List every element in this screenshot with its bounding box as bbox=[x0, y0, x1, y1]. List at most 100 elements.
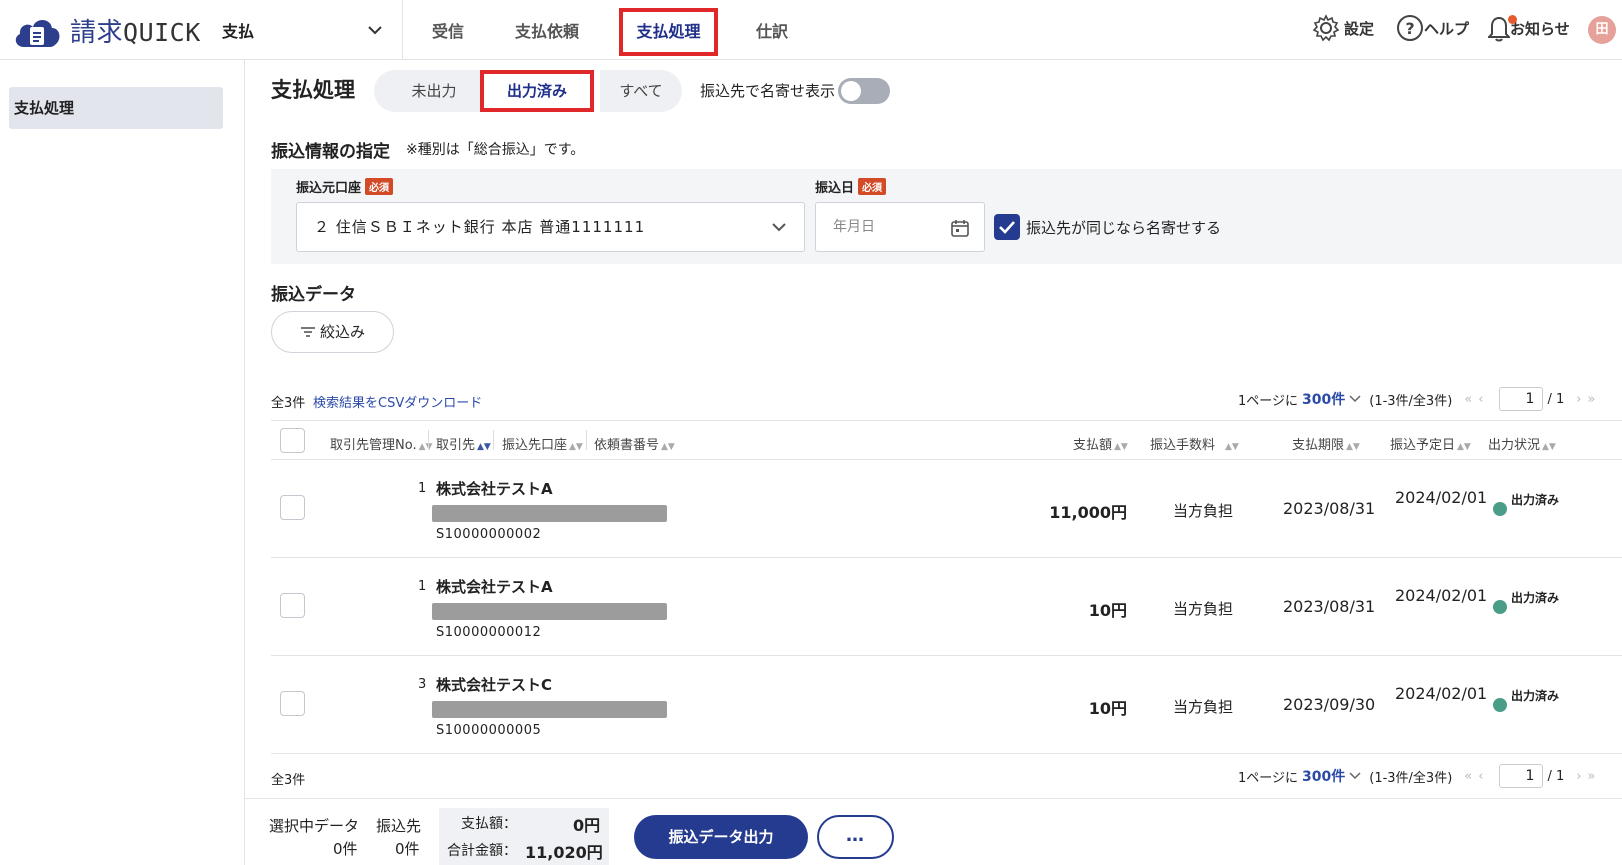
row-scheduled: 2024/02/01 bbox=[1395, 586, 1488, 605]
col-due[interactable]: 支払期限 ▲▼ bbox=[1292, 434, 1360, 453]
merge-display-toggle[interactable] bbox=[838, 78, 890, 104]
status-badge: 出力済み bbox=[1511, 591, 1560, 605]
row-doc-no: S10000000005 bbox=[436, 723, 542, 738]
tab-payment-processing[interactable]: 支払処理 bbox=[619, 8, 718, 56]
transfer-date-input[interactable]: 年月日 bbox=[815, 202, 985, 252]
sidebar-item-payment-processing[interactable]: 支払処理 bbox=[9, 87, 223, 129]
status-dot bbox=[1493, 502, 1507, 516]
notifications-link[interactable]: お知らせ bbox=[1488, 14, 1570, 42]
chevron-down-icon bbox=[772, 223, 786, 232]
range-text: (1-3件/全3件) bbox=[1369, 393, 1453, 409]
filter-icon bbox=[300, 327, 315, 337]
selected-data-label: 選択中データ bbox=[269, 817, 360, 835]
toggle-knob bbox=[841, 81, 861, 101]
col-scheduled[interactable]: 振込予定日 ▲▼ bbox=[1390, 434, 1471, 453]
row-checkbox[interactable] bbox=[280, 691, 305, 716]
segment-output-done[interactable]: 出力済み bbox=[480, 70, 594, 112]
transfer-date-label: 振込日 必須 bbox=[815, 177, 887, 196]
tab-journal[interactable]: 仕訳 bbox=[744, 8, 800, 56]
module-label: 支払 bbox=[222, 22, 255, 41]
col-status[interactable]: 出力状況 ▲▼ bbox=[1488, 434, 1556, 453]
status-dot bbox=[1493, 600, 1507, 614]
tab-payment-request[interactable]: 支払依頼 bbox=[502, 8, 592, 56]
help-link[interactable]: ? ヘルプ bbox=[1396, 14, 1469, 42]
merge-display-label: 振込先で名寄せ表示 bbox=[700, 82, 836, 100]
chevron-down-icon bbox=[368, 26, 382, 35]
svg-text:?: ? bbox=[1405, 19, 1414, 38]
col-fee[interactable]: 振込手数料 ▲▼ bbox=[1150, 434, 1239, 453]
row-scheduled: 2024/02/01 bbox=[1395, 684, 1488, 703]
status-badge: 出力済み bbox=[1511, 493, 1560, 507]
payee-count: 0件 bbox=[395, 840, 420, 858]
transfer-data-output-button[interactable]: 振込データ出力 bbox=[634, 815, 808, 859]
col-amount[interactable]: 支払額 ▲▼ bbox=[1073, 434, 1128, 453]
column-divider bbox=[428, 430, 429, 450]
col-partner-no[interactable]: 取引先管理No. ▲▼ bbox=[330, 434, 432, 453]
row-due: 2023/08/31 bbox=[1283, 597, 1376, 616]
row-partner-no: 1 bbox=[418, 579, 427, 594]
total-amount-value: 11,020円 bbox=[525, 843, 603, 862]
logo-wordmark: 請求QUICK bbox=[70, 18, 201, 48]
total-amount-label: 合計金額： bbox=[447, 843, 517, 859]
status-badge: 出力済み bbox=[1511, 689, 1560, 703]
status-dot bbox=[1493, 698, 1507, 712]
transfer-date-placeholder: 年月日 bbox=[833, 219, 875, 235]
row-checkbox[interactable] bbox=[280, 495, 305, 520]
row-amount: 11,000円 bbox=[1049, 503, 1127, 522]
chevron-down-icon[interactable] bbox=[1349, 772, 1361, 780]
select-all-checkbox[interactable] bbox=[280, 428, 305, 453]
row-doc-no: S10000000012 bbox=[436, 625, 542, 640]
pager-bottom: 1ページに 300件 (1-3件/全3件) «‹ 1 / 1 ›» bbox=[1238, 764, 1601, 788]
source-account-value: ２ 住信ＳＢＩネット銀行 本店 普通1111111 bbox=[314, 218, 646, 236]
first-prev-page-icon[interactable]: «‹ bbox=[1464, 769, 1489, 784]
app-logo[interactable]: 請求QUICK bbox=[12, 12, 201, 49]
avatar[interactable]: 田 bbox=[1588, 16, 1616, 44]
pay-amount-label: 支払額： bbox=[461, 816, 517, 832]
transfer-data-title: 振込データ bbox=[271, 285, 356, 305]
chevron-down-icon[interactable] bbox=[1349, 395, 1361, 403]
segment-all[interactable]: すべて bbox=[600, 70, 682, 112]
source-account-select[interactable]: ２ 住信ＳＢＩネット銀行 本店 普通1111111 bbox=[296, 202, 805, 252]
range-text: (1-3件/全3件) bbox=[1369, 770, 1453, 786]
merge-payee-label: 振込先が同じなら名寄せする bbox=[1026, 219, 1222, 237]
tab-inbox[interactable]: 受信 bbox=[420, 8, 476, 56]
first-prev-page-icon[interactable]: «‹ bbox=[1464, 392, 1489, 407]
row-partner-no: 3 bbox=[418, 677, 427, 692]
table-header-border bbox=[271, 459, 1622, 460]
required-badge: 必須 bbox=[858, 178, 887, 195]
row-doc-no: S10000000002 bbox=[436, 527, 542, 542]
row-fee: 当方負担 bbox=[1173, 502, 1234, 520]
app-header: 請求QUICK 支払 受信 支払依頼 支払処理 仕訳 設定 ? ヘルプ お知らせ… bbox=[0, 0, 1622, 60]
next-last-page-icon[interactable]: ›» bbox=[1576, 392, 1601, 407]
filter-label: 絞込み bbox=[319, 323, 365, 341]
filter-button[interactable]: 絞込み bbox=[271, 311, 394, 353]
payee-label: 振込先 bbox=[376, 817, 422, 835]
total-pages: / 1 bbox=[1547, 768, 1565, 784]
col-partner[interactable]: 取引先 ▲▼ bbox=[436, 434, 491, 453]
module-selector[interactable]: 支払 bbox=[222, 12, 382, 48]
next-last-page-icon[interactable]: ›» bbox=[1576, 769, 1601, 784]
result-count: 全3件 bbox=[271, 396, 306, 411]
row-checkbox[interactable] bbox=[280, 593, 305, 618]
csv-download-link[interactable]: 検索結果をCSVダウンロード bbox=[313, 392, 482, 411]
sidebar: 支払処理 bbox=[0, 60, 245, 865]
row-divider bbox=[271, 557, 1622, 558]
calendar-icon[interactable] bbox=[950, 218, 970, 238]
more-actions-button[interactable]: … bbox=[817, 815, 894, 859]
col-account[interactable]: 振込先口座 ▲▼ bbox=[502, 434, 583, 453]
settings-link[interactable]: 設定 bbox=[1312, 14, 1374, 42]
col-doc-no[interactable]: 依頼書番号 ▲▼ bbox=[594, 434, 675, 453]
segment-not-output[interactable]: 未出力 bbox=[374, 70, 494, 112]
per-page-select[interactable]: 300件 bbox=[1302, 766, 1345, 786]
row-divider bbox=[271, 655, 1622, 656]
notifications-label: お知らせ bbox=[1510, 19, 1570, 38]
per-page-select[interactable]: 300件 bbox=[1302, 389, 1345, 409]
total-pages: / 1 bbox=[1547, 391, 1565, 407]
pay-amount-value: 0円 bbox=[573, 816, 601, 835]
page-number-input[interactable]: 1 bbox=[1499, 387, 1544, 411]
transfer-info-title: 振込情報の指定 bbox=[271, 142, 390, 162]
bell-icon bbox=[1488, 16, 1510, 42]
page-number-input[interactable]: 1 bbox=[1499, 764, 1544, 788]
table-top-border bbox=[271, 420, 1622, 421]
merge-payee-checkbox[interactable] bbox=[994, 214, 1020, 240]
